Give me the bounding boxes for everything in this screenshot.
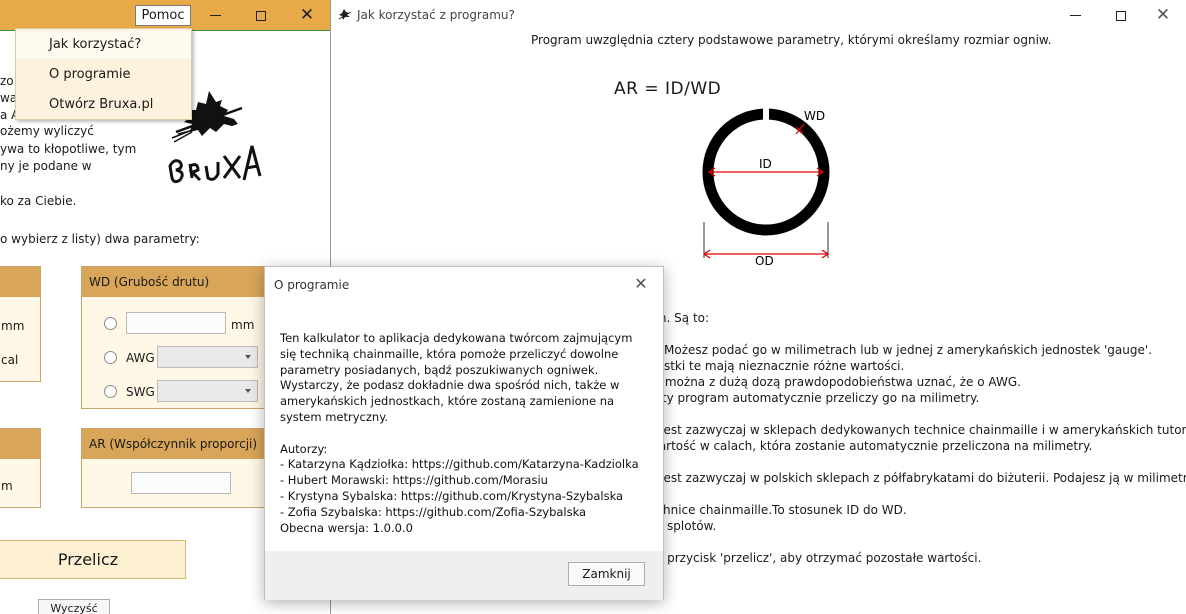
id-group-header — [0, 267, 40, 297]
help-text-line: wartość w calach, która zostanie automat… — [649, 439, 1093, 453]
intro-text-line: ywa to kłopotliwe, tym — [0, 142, 137, 156]
wd-awg-label: AWG — [126, 351, 155, 365]
authors-heading: Autorzy: — [280, 441, 328, 456]
ring-diagram: WD ID OD — [702, 106, 830, 268]
help-text-line: a jest zazwyczaj w polskich sklepach z p… — [649, 471, 1186, 485]
wd-awg-dropdown[interactable] — [157, 346, 258, 368]
wd-awg-radio[interactable] — [104, 351, 117, 364]
about-dialog-ok-button[interactable]: Zamknij — [568, 562, 645, 586]
menu-item-how-to-use[interactable]: Jak korzystać? — [16, 31, 191, 59]
od-unit-label: m — [1, 479, 13, 493]
witch-app-icon — [338, 9, 352, 20]
help-window-title: Jak korzystać z programu? — [357, 8, 515, 22]
help-dropdown-menu: Jak korzystać? O programie Otwórz Bruxa.… — [15, 28, 192, 120]
help-text-line: e. Możesz podać go w milimetrach lub w j… — [649, 343, 1152, 357]
author-item: - Katarzyna Kądziołka: https://github.co… — [280, 457, 639, 472]
wd-mm-input[interactable] — [126, 312, 226, 334]
about-dialog-title: O programie — [274, 278, 350, 292]
ar-group: AR (Współczynnik proporcji) — [81, 428, 280, 508]
minimize-button[interactable] — [192, 0, 238, 31]
close-icon: ✕ — [1155, 5, 1171, 25]
help-text-line: nostki te mają nieznacznie różne wartośc… — [649, 359, 905, 373]
help-maximize-button[interactable] — [1098, 0, 1144, 31]
ar-input[interactable] — [131, 472, 231, 494]
intro-text-line: ko za Ciebie. — [0, 194, 77, 208]
id-unit-mm-label: mm — [1, 319, 25, 333]
od-group: m — [0, 428, 41, 508]
about-description: Ten kalkulator to aplikacja dedykowana t… — [280, 331, 633, 424]
about-dialog-close-button[interactable]: ✕ — [631, 274, 651, 294]
wd-swg-label: SWG — [126, 385, 155, 399]
menu-item-about[interactable]: O programie — [16, 61, 191, 89]
help-text-line: echnice chainmaille.To stosunek ID do WD… — [649, 503, 907, 517]
maximize-icon — [1116, 10, 1126, 21]
id-group: mm cal — [0, 266, 41, 382]
wd-swg-radio[interactable] — [104, 385, 117, 398]
wd-diagram-label: WD — [804, 109, 825, 123]
minimize-icon — [1069, 15, 1081, 16]
close-button[interactable]: ✕ — [284, 0, 330, 31]
version-text: Obecna wersja: 1.0.0.0 — [280, 520, 413, 535]
help-intro-text: Program uwzględnia cztery podstawowe par… — [531, 33, 1052, 47]
od-diagram-label: OD — [755, 254, 774, 268]
intro-text-line: ny je podane w — [0, 159, 92, 173]
wd-swg-dropdown[interactable] — [157, 380, 258, 402]
ar-formula: AR = ID/WD — [614, 79, 722, 99]
help-menu-button[interactable]: Pomoc — [135, 5, 191, 26]
close-icon: ✕ — [299, 5, 315, 25]
intro-text-line: zo — [0, 74, 14, 88]
help-text-line: nij przycisk 'przelicz', aby otrzymać po… — [649, 551, 982, 565]
chevron-down-icon — [245, 389, 251, 393]
od-group-header — [0, 429, 40, 459]
author-item: - Krystyna Sybalska: https://github.com/… — [280, 488, 624, 503]
ar-group-header: AR (Współczynnik proporcji) — [82, 429, 279, 459]
help-minimize-button[interactable] — [1052, 0, 1098, 31]
wd-mm-radio[interactable] — [104, 317, 117, 330]
main-titlebar: Pomoc ✕ — [0, 0, 330, 31]
maximize-button[interactable] — [238, 0, 284, 31]
author-item: - Hubert Morawski: https://github.com/Mo… — [280, 473, 548, 488]
about-dialog: O programie ✕ Ten kalkulator to aplikacj… — [264, 266, 664, 600]
calculate-button[interactable]: Przelicz — [0, 540, 186, 579]
wd-mm-unit-label: mm — [231, 318, 255, 332]
maximize-icon — [256, 10, 266, 21]
wd-group: WD (Grubość drutu) mm AWG SWG — [81, 266, 280, 409]
minimize-icon — [209, 15, 221, 16]
close-icon: ✕ — [634, 274, 648, 293]
help-close-button[interactable]: ✕ — [1140, 0, 1186, 31]
instruction-text: o wybierz z listy) dwa parametry: — [0, 232, 200, 246]
id-unit-cal-label: cal — [1, 353, 19, 367]
wd-group-header: WD (Grubość drutu) — [82, 267, 279, 297]
about-dialog-body: Ten kalkulator to aplikacja dedykowana t… — [280, 331, 652, 536]
chevron-down-icon — [245, 355, 251, 359]
help-text-line: listy program automatycznie przeliczy go… — [649, 391, 980, 405]
id-diagram-label: ID — [759, 157, 772, 171]
help-text-line: to można z dużą dozą prawdopodobieństwa … — [649, 375, 1021, 389]
author-item: - Zofia Szybalska: https://github.com/Zo… — [280, 504, 587, 519]
about-dialog-footer: Zamknij — [265, 551, 663, 600]
intro-text-line: ożemy wyliczyć — [0, 124, 94, 138]
menu-item-open-bruxa[interactable]: Otwórz Bruxa.pl — [16, 91, 191, 119]
help-text-line: a jest zazwyczaj w sklepach dedykowanych… — [649, 423, 1186, 437]
clear-button[interactable]: Wyczyść — [38, 599, 110, 614]
